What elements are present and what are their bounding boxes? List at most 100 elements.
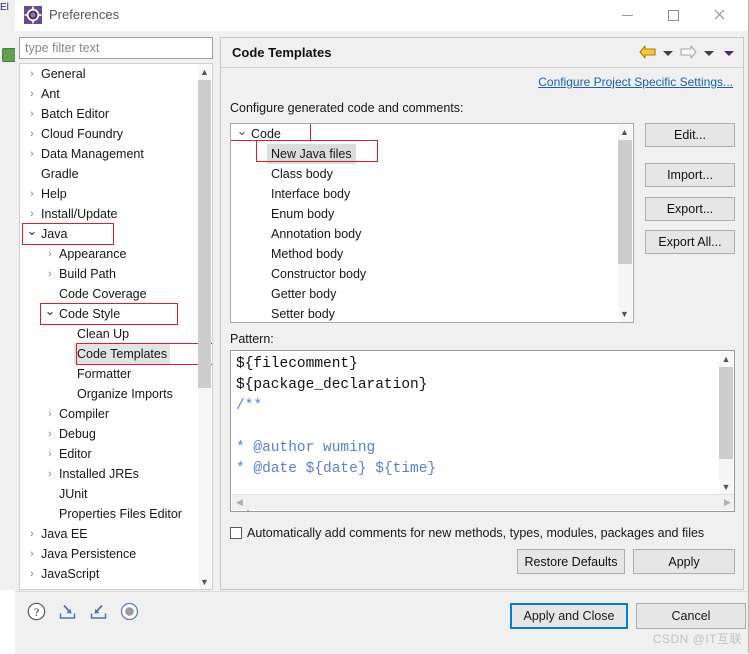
sidebar-item-cloud-foundry[interactable]: › Cloud Foundry [20,124,200,144]
scroll-up-icon[interactable]: ▲ [198,65,211,80]
code-tree-item-setter-body[interactable]: Setter body [231,304,633,322]
chevron-down-icon[interactable]: ⌄ [235,124,249,138]
pane-menu-chevron-down-icon[interactable] [724,50,734,56]
record-icon[interactable] [119,601,140,622]
chevron-right-icon[interactable]: › [26,524,38,544]
sidebar-item-gradle[interactable]: Gradle [20,164,200,184]
code-scrollbar-thumb[interactable] [618,140,632,264]
configure-project-specific-settings-link[interactable]: Configure Project Specific Settings... [538,75,733,89]
sidebar-item-general[interactable]: › General [20,64,200,84]
close-button[interactable] [696,0,742,30]
apply-and-close-button[interactable]: Apply and Close [510,603,628,629]
code-tree-item-class-body[interactable]: Class body [231,164,633,184]
sidebar-item-javascript[interactable]: › JavaScript [20,564,200,584]
sidebar-item-compiler[interactable]: › Compiler [20,404,200,424]
code-tree-item-new-java-files[interactable]: New Java files [231,144,633,164]
code-tree-item-interface-body[interactable]: Interface body [231,184,633,204]
pattern-scroll-up-icon[interactable]: ▲ [719,352,733,367]
code-tree-item-code[interactable]: ⌄ Code [231,124,633,144]
pattern-line: ${package_declaration} [236,377,428,393]
forward-history-chevron-down-icon[interactable] [704,50,714,56]
sidebar-item-junit[interactable]: JUnit [20,484,200,504]
back-history-chevron-down-icon[interactable] [663,50,673,56]
chevron-right-icon[interactable]: › [26,124,38,144]
sidebar-item-java-persistence[interactable]: › Java Persistence [20,544,200,564]
chevron-right-icon[interactable]: › [44,444,56,464]
sidebar-item-help[interactable]: › Help [20,184,200,204]
code-tree-item-method-body[interactable]: Method body [231,244,633,264]
code-tree-scrollbar[interactable]: ▲ ▼ [618,125,632,322]
chevron-right-icon[interactable]: › [26,184,38,204]
export-all-button[interactable]: Export All... [645,230,735,254]
sidebar-item-code-coverage[interactable]: Code Coverage [20,284,200,304]
cancel-button[interactable]: Cancel [636,603,746,629]
restore-defaults-button[interactable]: Restore Defaults [517,549,625,574]
chevron-down-icon[interactable]: ⌄ [26,224,38,244]
sidebar-item-clean-up[interactable]: Clean Up [20,324,200,344]
filter-input[interactable]: type filter text [19,37,213,59]
sidebar-item-appearance[interactable]: › Appearance [20,244,200,264]
chevron-right-icon[interactable]: › [26,84,38,104]
sidebar-item-data-management[interactable]: › Data Management [20,144,200,164]
code-scroll-down-icon[interactable]: ▼ [618,307,631,322]
sidebar-item-debug[interactable]: › Debug [20,424,200,444]
sidebar-item-ant[interactable]: › Ant [20,84,200,104]
pattern-scroll-down-icon[interactable]: ▼ [719,480,733,495]
scroll-down-icon[interactable]: ▼ [198,575,211,589]
chevron-right-icon[interactable]: › [26,204,38,224]
pattern-preview[interactable]: ${filecomment} ${package_declaration}/** … [230,350,735,512]
code-templates-tree[interactable]: ⌄ Code New Java files Class body Interface b… [230,123,634,323]
sidebar-item-editor[interactable]: › Editor [20,444,200,464]
chevron-right-icon[interactable]: › [26,104,38,124]
pattern-scroll-right-icon[interactable]: ▶ [720,495,734,510]
import-button[interactable]: Import... [645,163,735,187]
sidebar-item-installed-jres[interactable]: › Installed JREs [20,464,200,484]
chevron-right-icon[interactable]: › [44,424,56,444]
preferences-tree[interactable]: › General › Ant › Batch Editor › Cloud Foundry ›… [19,63,213,590]
forward-arrow-icon[interactable] [680,44,697,62]
auto-comments-checkbox-row[interactable]: Automatically add comments for new metho… [230,526,704,540]
sidebar-item-code-style[interactable]: ⌄ Code Style [20,304,200,324]
chevron-right-icon[interactable]: › [44,244,56,264]
chevron-down-icon[interactable]: ⌄ [44,304,56,324]
sidebar-item-properties-files-editor[interactable]: Properties Files Editor [20,504,200,524]
sidebar-item-batch-editor[interactable]: › Batch Editor [20,104,200,124]
code-tree-item-enum-body[interactable]: Enum body [231,204,633,224]
code-tree-item-annotation-body[interactable]: Annotation body [231,224,633,244]
help-icon[interactable]: ? [26,601,47,622]
sidebar-item-organize-imports[interactable]: Organize Imports [20,384,200,404]
apply-button[interactable]: Apply [633,549,735,574]
sidebar-item-install-update[interactable]: › Install/Update [20,204,200,224]
sidebar-item-build-path[interactable]: › Build Path [20,264,200,284]
sidebar-item-java[interactable]: ⌄ Java [20,224,200,244]
chevron-right-icon[interactable]: › [44,264,56,284]
code-scroll-up-icon[interactable]: ▲ [618,125,631,140]
chevron-right-icon[interactable]: › [44,464,56,484]
eclipse-background-strip: El [0,0,16,653]
pattern-horizontal-scrollbar[interactable]: ◀ ▶ [232,494,734,510]
code-tree-item-getter-body[interactable]: Getter body [231,284,633,304]
maximize-button[interactable] [650,0,696,30]
chevron-right-icon[interactable]: › [26,144,38,164]
pattern-scrollbar-thumb[interactable] [719,367,733,459]
chevron-right-icon[interactable]: › [26,64,38,84]
chevron-right-icon[interactable]: › [26,564,38,584]
back-arrow-icon[interactable] [639,44,656,62]
chevron-right-icon[interactable]: › [26,544,38,564]
pattern-scroll-left-icon[interactable]: ◀ [232,495,247,510]
auto-comments-checkbox[interactable] [230,527,242,539]
code-tree-item-constructor-body[interactable]: Constructor body [231,264,633,284]
minimize-button[interactable] [604,0,650,30]
pattern-vertical-scrollbar[interactable]: ▲ ▼ [719,352,733,495]
edit-button[interactable]: Edit... [645,123,735,147]
watermark-text: CSDN @IT互联 [652,632,742,646]
import-preferences-icon[interactable] [57,601,78,622]
sidebar-item-code-templates[interactable]: Code Templates [20,344,200,364]
sidebar-item-formatter[interactable]: Formatter [20,364,200,384]
export-button[interactable]: Export... [645,197,735,221]
scrollbar-thumb[interactable] [198,80,211,388]
chevron-right-icon[interactable]: › [44,404,56,424]
preferences-tree-scrollbar[interactable]: ▲ ▼ [198,65,211,589]
sidebar-item-java-ee[interactable]: › Java EE [20,524,200,544]
export-preferences-icon[interactable] [88,601,109,622]
